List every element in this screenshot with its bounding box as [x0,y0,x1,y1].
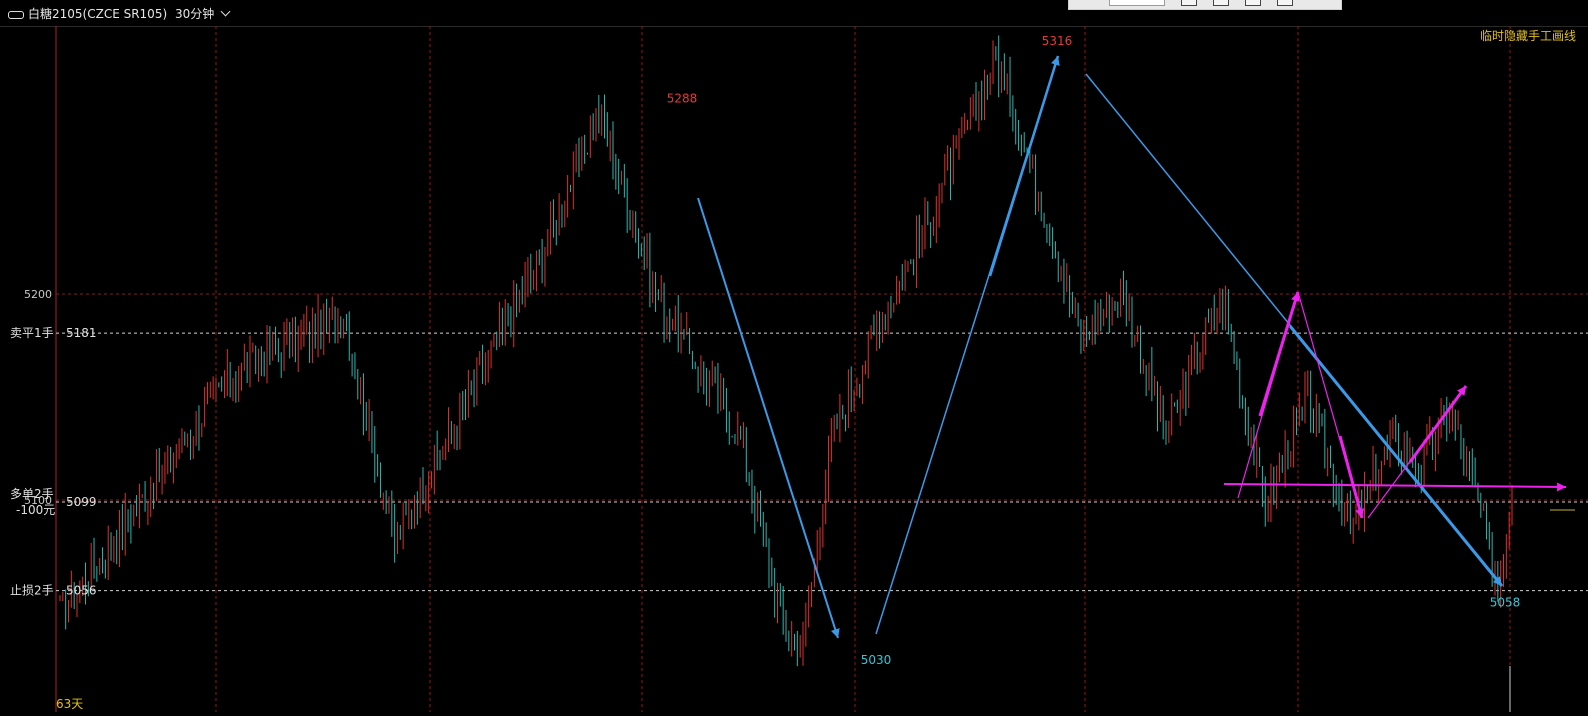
labels-layer: 52005100卖平1手 5181多单2手-100元5099止损2手 5056528… [10,34,1520,667]
arrow-head-icon [1557,482,1566,492]
order-line-label: 卖平1手 [10,326,54,340]
order-line-price: 5181 [66,326,97,340]
high-price-label: 5316 [1042,34,1073,48]
trend-line [1288,325,1504,587]
low-price-label: 5030 [861,653,892,667]
mini-button-4[interactable] [1277,0,1293,6]
period-label: 30分钟 [174,7,215,21]
order-line-label: 止损2手 [10,584,54,598]
candlestick-chart: 52005100卖平1手 5181多单2手-100元5099止损2手 5056528… [10,26,1588,712]
mini-button-2[interactable] [1213,0,1229,6]
magenta-line [1338,435,1364,519]
trend-line [697,197,839,639]
mini-toolbar [1068,0,1342,10]
trend-line [988,55,1060,277]
title-area: 白糖2105(CZCE SR105) 30分钟 [8,5,237,22]
mini-button-3[interactable] [1245,0,1261,6]
low-price-label: 5058 [1490,596,1521,610]
order-line-label: 多单2手 [10,487,54,501]
mini-button-1[interactable] [1181,0,1197,6]
hide-lines-toggle[interactable]: 临时隐藏手工画线 [1480,27,1576,44]
symbol-title: 白糖2105(CZCE SR105) [28,7,168,21]
high-price-label: 5288 [667,92,698,106]
price-tick-label: 5200 [24,288,52,301]
mini-input[interactable] [1109,0,1165,6]
candles-layer [59,35,1513,667]
chart-header: 白糖2105(CZCE SR105) 30分钟 [0,0,1588,27]
order-line-label: -100元 [16,503,55,517]
link-icon[interactable] [8,10,24,19]
order-line-price: 5056 [66,584,97,598]
grid-layer [55,26,1588,712]
order-line-price: 5099 [66,495,97,509]
days-label: 63天 [56,697,84,711]
period-selector[interactable]: 30分钟 [174,6,233,21]
magenta-line [1223,483,1567,488]
drawings-layer [697,55,1575,712]
chart-area[interactable]: 5200 5100 卖平1手 5181 多单2手 -100元 5099 止损2手 5056 528… [0,26,1588,712]
chevron-down-icon [220,6,231,17]
